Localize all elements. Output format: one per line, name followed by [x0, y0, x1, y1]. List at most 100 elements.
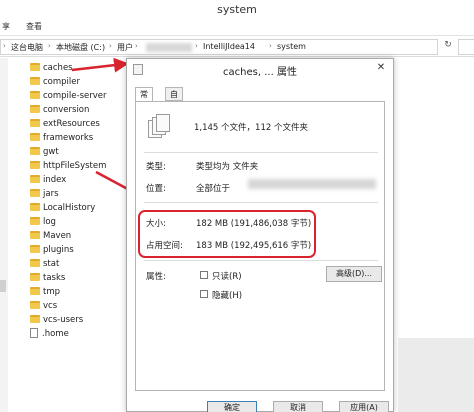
search-input[interactable]: [458, 39, 474, 55]
type-label: 类型:: [146, 162, 166, 172]
breadcrumb-local-disk[interactable]: 本地磁盘 (C:): [56, 42, 105, 53]
list-item[interactable]: vcs-users: [30, 314, 83, 327]
folder-icon: [30, 301, 40, 309]
list-item[interactable]: Maven: [30, 230, 71, 243]
cancel-button[interactable]: 取消: [273, 401, 323, 412]
dialog-titlebar[interactable]: caches, ... 属性 ✕: [127, 59, 393, 81]
nav-selection-marker: [0, 280, 6, 292]
file-icon: [30, 328, 38, 338]
file-name: tmp: [43, 287, 61, 297]
folder-icon: [30, 161, 40, 169]
item-count-summary: 1,145 个文件，112 个文件夹: [194, 123, 308, 133]
list-item[interactable]: frameworks: [30, 132, 93, 145]
list-item[interactable]: jars: [30, 188, 59, 201]
folder-icon: [30, 245, 40, 253]
file-name: vcs: [43, 301, 58, 311]
list-item[interactable]: conversion: [30, 104, 89, 117]
folder-icon: [30, 133, 40, 141]
file-name: compile-server: [43, 91, 107, 101]
folder-icon: [30, 119, 40, 127]
breadcrumb-users[interactable]: 用户: [117, 42, 133, 53]
list-item[interactable]: compiler: [30, 76, 80, 89]
location-label: 位置:: [146, 184, 166, 194]
file-name: jars: [43, 189, 59, 199]
size-highlight-box: [138, 210, 316, 258]
navigation-pane: [0, 58, 8, 412]
folder-icon: [30, 63, 40, 71]
redacted-location: [248, 179, 376, 189]
breadcrumb-system[interactable]: system: [277, 42, 306, 51]
list-item[interactable]: compile-server: [30, 90, 106, 103]
breadcrumb-separator: ›: [269, 42, 272, 50]
breadcrumb-intellij[interactable]: IntelliJIdea14: [203, 42, 255, 51]
divider: [144, 260, 378, 261]
file-name: gwt: [43, 147, 59, 157]
readonly-label: 只读(R): [212, 272, 242, 282]
general-panel: 1,145 个文件，112 个文件夹 类型: 类型均为 文件夹 位置: 全部位于…: [135, 101, 385, 391]
list-item[interactable]: vcs: [30, 300, 57, 313]
folder-icon: [30, 203, 40, 211]
list-item[interactable]: LocalHistory: [30, 202, 95, 215]
file-name: tasks: [43, 273, 66, 283]
file-name: httpFileSystem: [43, 161, 107, 171]
multiple-files-icon: [148, 114, 172, 140]
folder-icon: [30, 217, 40, 225]
folder-icon: [30, 259, 40, 267]
file-name: .home: [42, 329, 69, 339]
file-name: LocalHistory: [43, 203, 96, 213]
list-item[interactable]: plugins: [30, 244, 74, 257]
file-name: compiler: [43, 77, 80, 87]
folder-icon: [30, 105, 40, 113]
folder-icon: [30, 91, 40, 99]
ok-button[interactable]: 确定: [207, 401, 257, 412]
list-item[interactable]: .home: [30, 328, 69, 341]
list-item[interactable]: log: [30, 216, 56, 229]
ribbon-tabs: 享 查看: [0, 20, 474, 36]
folder-icon: [30, 273, 40, 281]
breadcrumb-separator: ›: [48, 42, 51, 50]
list-item[interactable]: gwt: [30, 146, 59, 159]
list-item[interactable]: tasks: [30, 272, 65, 285]
close-icon[interactable]: ✕: [373, 62, 389, 76]
apply-button[interactable]: 应用(A): [339, 401, 389, 412]
tab-general[interactable]: 常规: [135, 87, 153, 112]
file-name: index: [43, 175, 67, 185]
list-item[interactable]: stat: [30, 258, 59, 271]
list-item[interactable]: caches: [30, 62, 73, 75]
breadcrumb-separator: ›: [195, 42, 198, 50]
ribbon-tab-share[interactable]: 享: [2, 21, 10, 32]
attributes-label: 属性:: [146, 272, 166, 282]
redacted-username: [146, 43, 192, 52]
breadcrumb-separator: ›: [109, 42, 112, 50]
hidden-label: 隐藏(H): [212, 291, 243, 301]
refresh-icon[interactable]: ↻: [440, 40, 456, 54]
list-item[interactable]: extResources: [30, 118, 100, 131]
ribbon-tab-view[interactable]: 查看: [26, 21, 42, 32]
advanced-button[interactable]: 高级(D)...: [326, 266, 382, 282]
address-input[interactable]: › 这台电脑 › 本地磁盘 (C:) › 用户 › › IntelliJIdea…: [0, 39, 438, 55]
file-name: vcs-users: [43, 315, 84, 325]
file-name: log: [43, 217, 56, 227]
properties-dialog: caches, ... 属性 ✕ 常规 自定义 1,145 个文件，112 个文…: [126, 58, 394, 412]
readonly-checkbox[interactable]: [200, 271, 208, 279]
address-bar: › 这台电脑 › 本地磁盘 (C:) › 用户 › › IntelliJIdea…: [0, 37, 474, 57]
background-panel: [398, 338, 474, 412]
folder-icon: [30, 189, 40, 197]
file-name: extResources: [43, 119, 100, 129]
folder-icon: [30, 315, 40, 323]
hidden-checkbox[interactable]: [200, 290, 208, 298]
file-name: conversion: [43, 105, 90, 115]
location-value: 全部位于: [196, 184, 231, 194]
dialog-title: caches, ... 属性: [223, 67, 297, 78]
folder-icon: [30, 77, 40, 85]
list-item[interactable]: tmp: [30, 286, 60, 299]
file-name: caches: [43, 63, 73, 73]
list-item[interactable]: httpFileSystem: [30, 160, 106, 173]
window-title: system: [217, 3, 257, 16]
file-name: stat: [43, 259, 60, 269]
list-item[interactable]: index: [30, 174, 66, 187]
tab-customize[interactable]: 自定义: [165, 87, 183, 125]
file-name: frameworks: [43, 133, 94, 143]
type-value: 类型均为 文件夹: [196, 162, 259, 172]
breadcrumb-this-pc[interactable]: 这台电脑: [11, 42, 43, 53]
